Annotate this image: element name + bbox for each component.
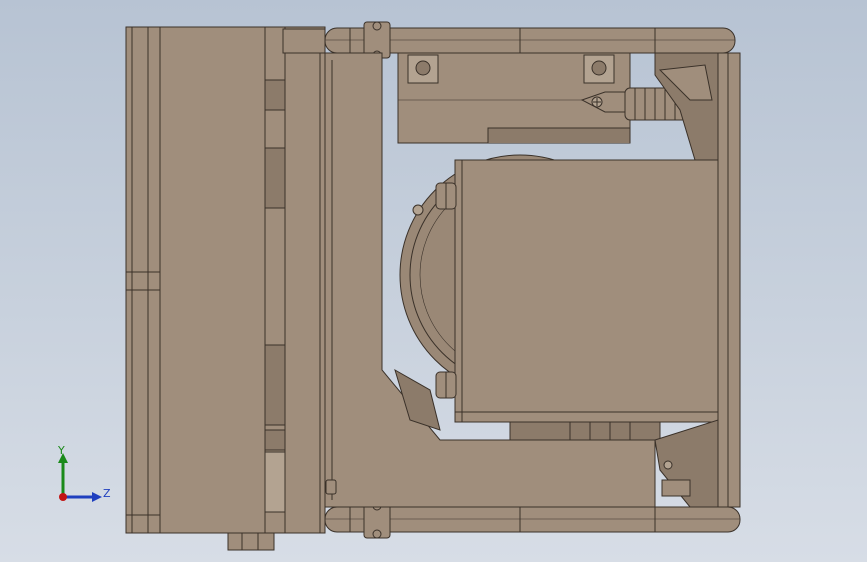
cad-viewport[interactable]: Y Z bbox=[0, 0, 867, 562]
y-axis-label: Y bbox=[58, 444, 65, 457]
main-back-plate bbox=[159, 26, 266, 534]
bottom-connector bbox=[227, 532, 275, 551]
front-plate bbox=[284, 26, 326, 534]
left-frame-plate bbox=[125, 26, 161, 534]
right-frame bbox=[717, 52, 741, 508]
z-axis-label: Z bbox=[103, 487, 111, 500]
side-bolt bbox=[325, 479, 337, 495]
cad-model[interactable] bbox=[0, 0, 867, 562]
origin-dot bbox=[59, 493, 67, 501]
z-axis-arrow bbox=[92, 492, 102, 502]
motor-box bbox=[454, 159, 719, 423]
